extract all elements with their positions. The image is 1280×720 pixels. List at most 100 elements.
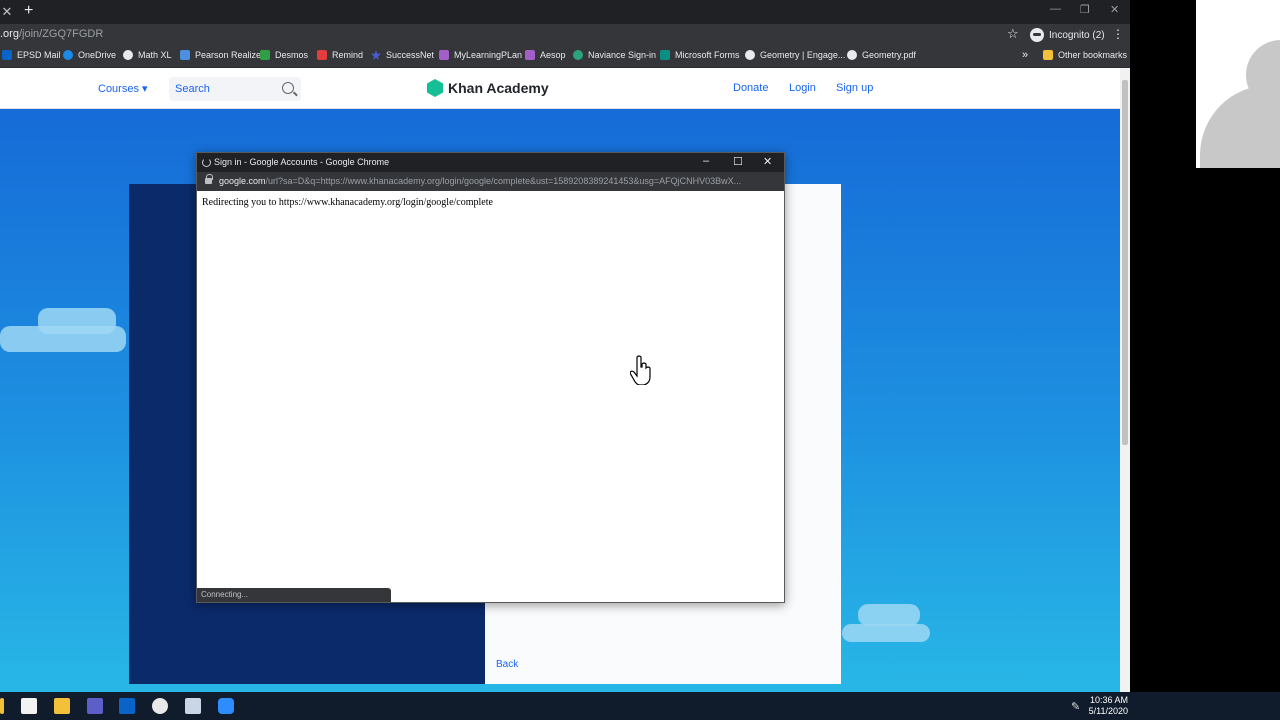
close-tab-icon[interactable]: ✕: [0, 4, 14, 20]
news-icon[interactable]: [185, 698, 201, 714]
bookmark-label: OneDrive: [78, 50, 117, 60]
lock-icon: [205, 174, 213, 184]
folder-icon: [1043, 50, 1053, 60]
close-icon[interactable]: ✕: [763, 155, 772, 168]
system-clock[interactable]: 10:36 AM 5/11/2020: [1088, 695, 1128, 717]
bookmark-star-icon[interactable]: ☆: [1007, 26, 1019, 42]
signup-link[interactable]: Sign up: [836, 82, 873, 94]
bookmarks-bar: EPSD Mail OneDrive Math XL Pearson Reali…: [0, 46, 1130, 68]
other-bookmarks-label: Other bookmarks: [1058, 50, 1128, 60]
other-bookmarks[interactable]: Other bookmarks: [1043, 50, 1127, 60]
cloud-decoration: [38, 308, 116, 334]
globe-icon: [847, 50, 857, 60]
forms-icon: [660, 50, 670, 60]
url-path: /join/ZGQ7FGDR: [18, 28, 104, 40]
site-navbar: Courses ▾ Search Khan Academy Donate Log…: [0, 68, 1120, 109]
login-link[interactable]: Login: [789, 82, 816, 94]
minimize-icon[interactable]: —: [1050, 3, 1061, 15]
restore-icon[interactable]: ❐: [1080, 3, 1090, 16]
snip-icon[interactable]: [152, 698, 168, 714]
bookmark-label: Remind: [332, 50, 364, 60]
minimize-icon[interactable]: –: [703, 155, 709, 167]
bookmark-item[interactable]: Geometry | Engage...: [745, 50, 845, 60]
donate-link[interactable]: Donate: [733, 82, 768, 94]
incognito-icon: [1030, 28, 1044, 42]
popup-url[interactable]: google.com/url?sa=D&q=https://www.khanac…: [219, 176, 779, 186]
globe-icon: [123, 50, 133, 60]
clock-date: 5/11/2020: [1088, 706, 1128, 716]
bookmark-item[interactable]: Pearson Realize: [180, 50, 261, 60]
bookmark-item[interactable]: OneDrive: [63, 50, 116, 60]
cloud-decoration: [842, 624, 930, 642]
popup-title: Sign in - Google Accounts - Google Chrom…: [214, 157, 390, 167]
page-scrollbar[interactable]: [1120, 68, 1130, 692]
bookmark-label: SuccessNet: [386, 50, 435, 60]
bookmark-label: MyLearningPLan: [454, 50, 523, 60]
pen-tray-icon[interactable]: ✎: [1071, 700, 1080, 713]
popup-titlebar[interactable]: Sign in - Google Accounts - Google Chrom…: [197, 153, 784, 172]
clock-time: 10:36 AM: [1089, 695, 1128, 705]
participant-avatar: [1196, 0, 1280, 168]
url-domain: .org: [0, 28, 19, 40]
khan-leaf-icon: [427, 79, 443, 97]
bookmark-item[interactable]: SuccessNet: [371, 50, 434, 60]
bookmark-item[interactable]: Desmos: [260, 50, 308, 60]
popup-url-rest: /url?sa=D&q=https://www.khanacademy.org/…: [265, 176, 742, 186]
incognito-label: Incognito (2): [1049, 29, 1105, 41]
khan-logo[interactable]: Khan Academy: [427, 79, 549, 97]
mlp-icon: [439, 50, 449, 60]
menu-kebab-icon[interactable]: ⋮: [1112, 27, 1124, 41]
bookmark-item[interactable]: Geometry.pdf: [847, 50, 916, 60]
hand-cursor-icon: [630, 355, 651, 385]
star-icon: [371, 50, 381, 60]
bookmark-item[interactable]: EPSD Mail: [2, 50, 61, 60]
bookmark-item[interactable]: MyLearningPLan: [439, 50, 522, 60]
desmos-icon: [260, 50, 270, 60]
new-tab-button[interactable]: +: [24, 2, 33, 20]
logo-text: Khan Academy: [448, 80, 549, 96]
bookmark-item[interactable]: Remind: [317, 50, 363, 60]
zoom-icon[interactable]: [218, 698, 234, 714]
start-edge[interactable]: [0, 698, 4, 714]
more-bookmarks-icon[interactable]: »: [1022, 49, 1028, 61]
bookmark-label: Geometry.pdf: [862, 50, 916, 60]
close-window-icon[interactable]: ✕: [1110, 3, 1119, 16]
store-icon[interactable]: [21, 698, 37, 714]
cloud-decoration: [858, 604, 920, 626]
bookmark-item[interactable]: Aesop: [525, 50, 566, 60]
taskbar: ✎ 10:36 AM 5/11/2020: [0, 692, 1280, 720]
courses-menu[interactable]: Courses ▾: [98, 82, 148, 95]
search-box[interactable]: Search: [169, 77, 301, 101]
bookmark-label: EPSD Mail: [17, 50, 61, 60]
search-placeholder: Search: [175, 83, 210, 95]
search-icon[interactable]: [282, 82, 294, 94]
google-signin-popup: Sign in - Google Accounts - Google Chrom…: [196, 152, 785, 603]
address-bar[interactable]: .org/join/ZGQ7FGDR ☆ Incognito (2) ⋮: [0, 24, 1130, 46]
bookmark-label: Pearson Realize: [195, 50, 262, 60]
bookmark-item[interactable]: Naviance Sign-in: [573, 50, 656, 60]
loading-spinner-icon: [202, 158, 211, 167]
bookmark-label: Naviance Sign-in: [588, 50, 657, 60]
popup-url-bar[interactable]: google.com/url?sa=D&q=https://www.khanac…: [197, 172, 784, 191]
popup-url-domain: google.com: [219, 176, 266, 186]
bookmark-item[interactable]: Microsoft Forms: [660, 50, 740, 60]
url-text[interactable]: .org/join/ZGQ7FGDR: [0, 28, 103, 40]
bookmark-label: Microsoft Forms: [675, 50, 740, 60]
maximize-icon[interactable]: ☐: [733, 155, 743, 168]
redirect-message: Redirecting you to https://www.khanacade…: [202, 197, 493, 208]
bookmark-item[interactable]: Math XL: [123, 50, 172, 60]
tab-strip: ✕ + — ❐ ✕: [0, 0, 1130, 24]
naviance-icon: [573, 50, 583, 60]
status-bubble: Connecting...: [197, 588, 391, 602]
outlook-icon[interactable]: [119, 698, 135, 714]
outlook-icon: [2, 50, 12, 60]
onedrive-icon: [63, 50, 73, 60]
back-link[interactable]: Back: [496, 659, 518, 670]
scrollbar-thumb[interactable]: [1122, 80, 1128, 445]
teams-icon[interactable]: [87, 698, 103, 714]
incognito-button[interactable]: Incognito (2): [1030, 26, 1105, 44]
file-explorer-icon[interactable]: [54, 698, 70, 714]
pearson-icon: [180, 50, 190, 60]
remind-icon: [317, 50, 327, 60]
screen: ✕ + — ❐ ✕ .org/join/ZGQ7FGDR ☆ Incognito…: [0, 0, 1280, 720]
